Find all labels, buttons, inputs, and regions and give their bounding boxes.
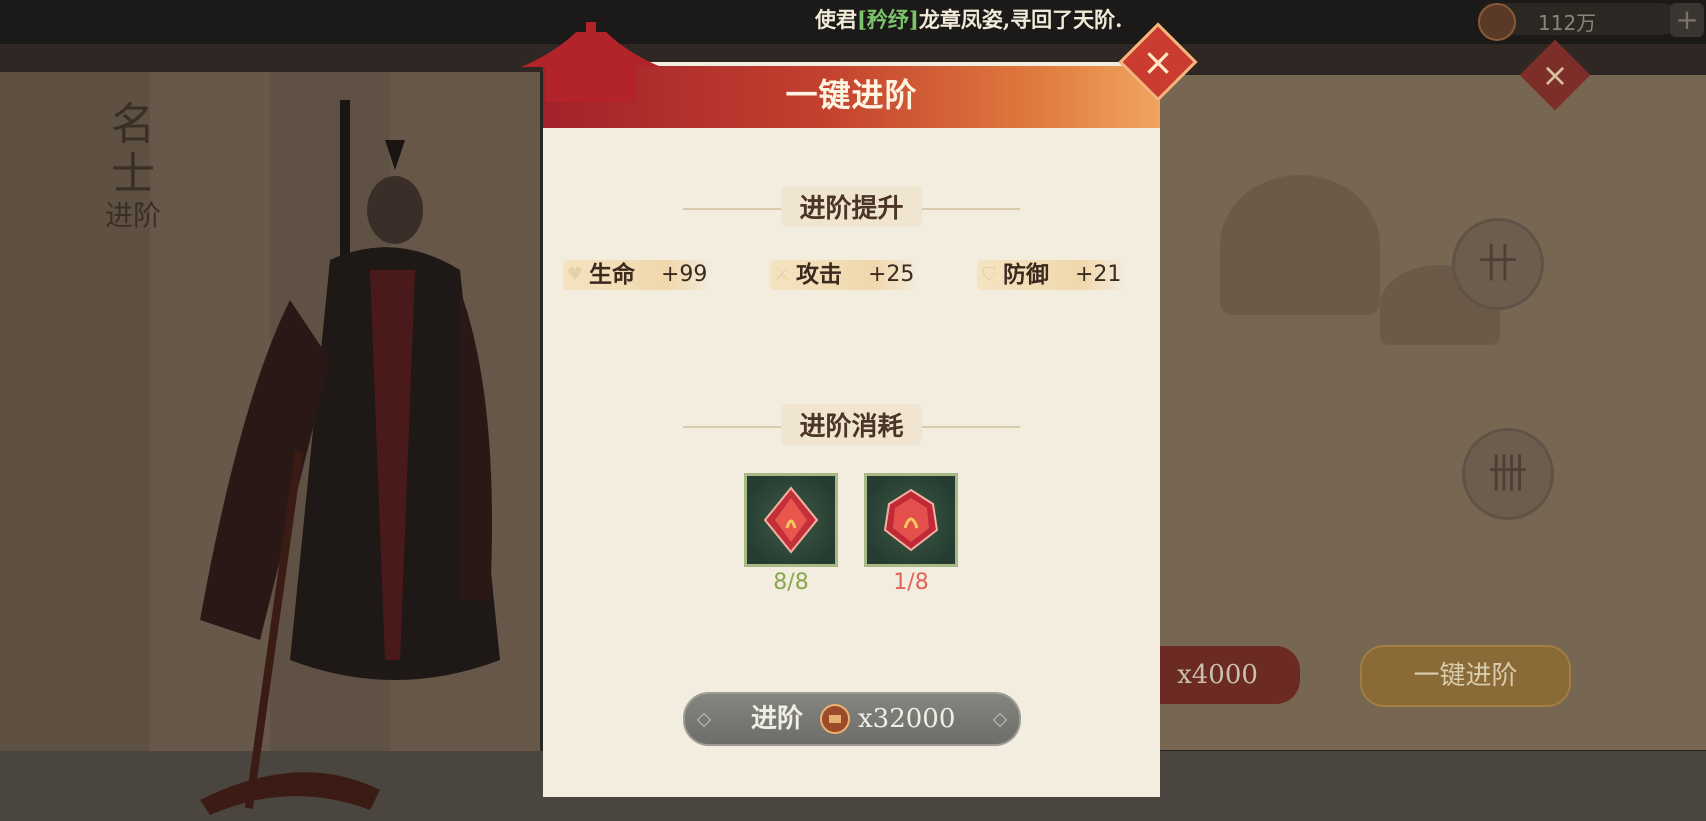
- stat-value: +99: [661, 262, 708, 287]
- material-count: 1/8: [893, 570, 929, 595]
- background-close-button: ×: [1519, 39, 1591, 111]
- stat-defense: ⛉ 防御 +21: [977, 260, 1127, 290]
- stat-value: +21: [1075, 262, 1122, 287]
- background-one-key-advance-button: 一键进阶: [1360, 645, 1571, 707]
- advance-button-label: 进阶: [751, 704, 804, 734]
- character-figure: [200, 100, 500, 815]
- mountain-shape: [1220, 175, 1380, 315]
- stat-name: 防御: [1003, 261, 1049, 288]
- heart-icon: ♥: [566, 264, 584, 285]
- copper-coin-icon: [820, 704, 850, 734]
- cost-section-header: 进阶消耗: [543, 404, 1160, 445]
- material-slot-2[interactable]: [864, 473, 958, 567]
- stat-value: +25: [868, 262, 915, 287]
- side-title-sub: 进阶: [104, 199, 161, 232]
- stat-attack: ⚔ 攻击 +25: [770, 260, 920, 290]
- stat-name: 生命: [589, 261, 635, 288]
- add-currency-button[interactable]: +: [1670, 3, 1704, 37]
- side-vertical-title: 名 士 进阶: [88, 100, 178, 232]
- material-slot-1[interactable]: [744, 473, 838, 567]
- advance-button[interactable]: 进阶 x32000: [683, 692, 1021, 746]
- banner-prefix: 使君: [815, 7, 857, 32]
- emblem-icon: 卌: [1462, 428, 1554, 520]
- side-title-char: 名: [111, 99, 155, 150]
- shield-icon: ⛉: [982, 264, 996, 285]
- upgrade-section-title: 进阶提升: [781, 186, 922, 227]
- banner-suffix: 龙章凤姿,寻回了天阶.: [918, 7, 1123, 32]
- banner-player-name: [矜纾]: [857, 7, 919, 32]
- dialog-title: 一键进阶: [785, 76, 918, 114]
- stat-name: 攻击: [796, 261, 842, 288]
- announcement-banner: 使君[矜纾]龙章凤姿,寻回了天阶.: [815, 4, 1123, 34]
- upgrade-section-header: 进阶提升: [543, 186, 1160, 227]
- side-title-char: 士: [111, 149, 155, 200]
- cost-section-title: 进阶消耗: [781, 404, 922, 445]
- advance-cost-amount: x32000: [858, 704, 956, 734]
- material-count: 8/8: [773, 570, 809, 595]
- emblem-icon: 卄: [1452, 218, 1544, 310]
- button-ornament: [992, 712, 1008, 728]
- stat-hp: ♥ 生命 +99: [563, 260, 713, 290]
- currency-bar: 112万: [1478, 3, 1678, 41]
- sword-icon: ⚔: [773, 264, 791, 285]
- button-ornament: [696, 712, 712, 728]
- red-crystal-gem-icon: [883, 488, 939, 552]
- copper-coin-icon: [1478, 3, 1516, 41]
- currency-amount: 112万: [1538, 11, 1597, 35]
- red-diamond-gem-icon: [763, 486, 819, 554]
- close-icon: ×: [1142, 40, 1174, 84]
